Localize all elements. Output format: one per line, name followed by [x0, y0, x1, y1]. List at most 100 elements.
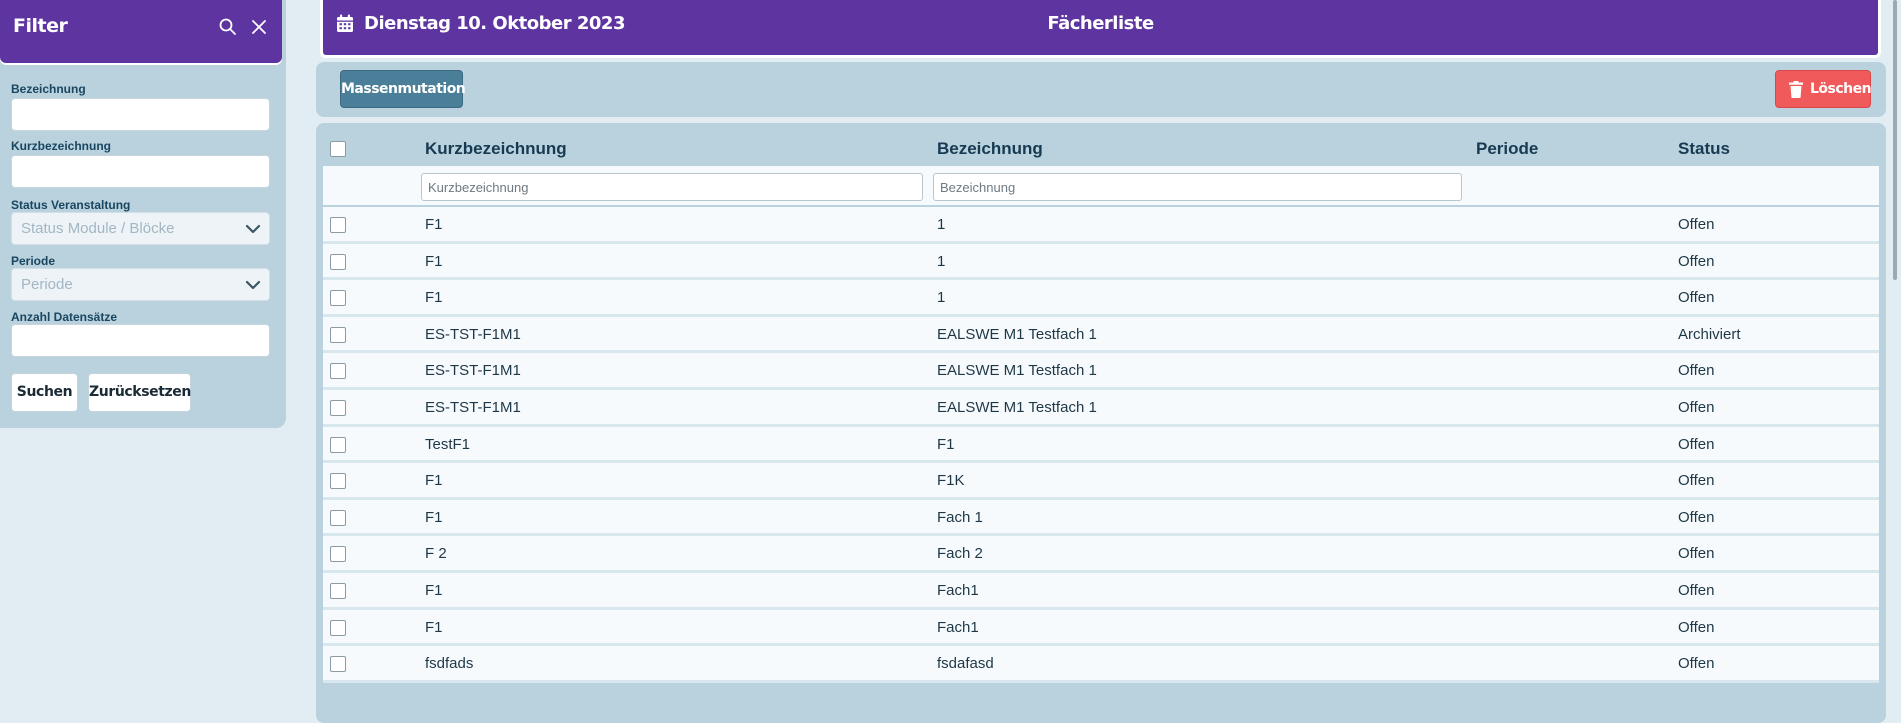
- cell-kurzbezeichnung: F1: [425, 581, 443, 599]
- cell-kurzbezeichnung: F1: [425, 508, 443, 526]
- table-row[interactable]: F1 Fach1 Offen: [323, 572, 1879, 610]
- table-row[interactable]: ES-TST-F1M1 EALSWE M1 Testfach 1 Archivi…: [323, 316, 1879, 354]
- search-icon[interactable]: [218, 17, 238, 37]
- subjects-table: Kurzbezeichnung Bezeichnung Periode Stat…: [316, 123, 1886, 723]
- close-icon[interactable]: [249, 17, 269, 37]
- cell-status: Offen: [1678, 398, 1715, 416]
- row-checkbox[interactable]: [330, 619, 346, 636]
- delete-button[interactable]: Löschen: [1775, 70, 1872, 108]
- row-checkbox[interactable]: [330, 546, 346, 563]
- cell-kurzbezeichnung: F1: [425, 216, 443, 233]
- table-body: F1 1 Offen F1 1 Offen F1 1 Offen ES-TST-…: [323, 207, 1879, 683]
- row-checkbox[interactable]: [330, 473, 346, 490]
- table-row[interactable]: TestF1 F1 Offen: [323, 426, 1879, 464]
- table-row[interactable]: F1 1 Offen: [323, 243, 1879, 281]
- anzahl-datensaetze-input[interactable]: [11, 324, 270, 357]
- cell-kurzbezeichnung: ES-TST-F1M1: [425, 325, 521, 343]
- cell-status: Archiviert: [1678, 325, 1741, 343]
- cell-status: Offen: [1678, 655, 1715, 673]
- cell-kurzbezeichnung: F1: [425, 472, 443, 490]
- periode-select[interactable]: Periode: [11, 268, 270, 301]
- select-all-checkbox[interactable]: [330, 141, 346, 157]
- cell-kurzbezeichnung: F1: [425, 618, 443, 636]
- row-checkbox[interactable]: [330, 582, 346, 599]
- cell-bezeichnung: 1: [937, 289, 946, 307]
- table-row[interactable]: F1 Fach1 Offen: [323, 609, 1879, 647]
- cell-status: Offen: [1678, 508, 1715, 526]
- kurzbezeichnung-label: Kurzbezeichnung: [11, 139, 112, 153]
- page-header: Dienstag 10. Oktober 2023 Fächerliste: [320, 0, 1881, 58]
- cell-status: Offen: [1678, 472, 1715, 490]
- table-row[interactable]: F 2 Fach 2 Offen: [323, 536, 1879, 573]
- cell-bezeichnung: fsdafasd: [937, 655, 994, 673]
- cell-bezeichnung: Fach 1: [937, 508, 983, 526]
- bezeichnung-filter-placeholder: Bezeichnung: [940, 180, 1016, 195]
- cell-status: Offen: [1678, 252, 1715, 270]
- bezeichnung-column-filter[interactable]: Bezeichnung: [933, 173, 1462, 201]
- cell-bezeichnung: F1K: [937, 472, 965, 490]
- cell-bezeichnung: 1: [937, 252, 946, 270]
- kurzbezeichnung-filter-placeholder: Kurzbezeichnung: [428, 180, 529, 195]
- cell-status: Offen: [1678, 581, 1715, 599]
- cell-status: Offen: [1678, 545, 1715, 563]
- row-checkbox[interactable]: [330, 656, 346, 673]
- delete-button-label: Löschen: [1810, 81, 1872, 97]
- table-row[interactable]: ES-TST-F1M1 EALSWE M1 Testfach 1 Offen: [323, 389, 1879, 427]
- filter-header: Filter: [0, 0, 282, 63]
- row-checkbox[interactable]: [330, 436, 346, 453]
- cell-bezeichnung: EALSWE M1 Testfach 1: [937, 325, 1097, 343]
- search-button[interactable]: Suchen: [11, 373, 78, 412]
- cell-bezeichnung: F1: [937, 435, 955, 453]
- mass-mutation-button[interactable]: Massenmutation: [340, 70, 466, 108]
- table-row[interactable]: F1 1 Offen: [323, 280, 1879, 317]
- table-row[interactable]: ES-TST-F1M1 EALSWE M1 Testfach 1 Offen: [323, 353, 1879, 390]
- row-checkbox[interactable]: [330, 253, 346, 270]
- cell-kurzbezeichnung: ES-TST-F1M1: [425, 362, 521, 380]
- row-checkbox[interactable]: [330, 326, 346, 343]
- table-row[interactable]: F1 1 Offen: [323, 207, 1879, 244]
- kurzbezeichnung-column-filter[interactable]: Kurzbezeichnung: [421, 173, 923, 201]
- row-checkbox[interactable]: [330, 290, 346, 307]
- cell-status: Offen: [1678, 216, 1715, 233]
- page-title: Fächerliste: [1047, 13, 1154, 34]
- column-filter-row: Kurzbezeichnung Bezeichnung: [323, 166, 1879, 205]
- cell-status: Offen: [1678, 435, 1715, 453]
- chevron-down-icon: [245, 280, 261, 290]
- cell-bezeichnung: Fach1: [937, 618, 979, 636]
- cell-bezeichnung: Fach 2: [937, 545, 983, 563]
- bezeichnung-input[interactable]: [11, 98, 270, 131]
- column-header-periode[interactable]: Periode: [1476, 139, 1538, 159]
- trash-icon: [1789, 81, 1803, 98]
- reset-button[interactable]: Zurücksetzen: [88, 373, 191, 412]
- cell-status: Offen: [1678, 618, 1715, 636]
- row-checkbox[interactable]: [330, 509, 346, 526]
- cell-bezeichnung: EALSWE M1 Testfach 1: [937, 362, 1097, 380]
- cell-kurzbezeichnung: F1: [425, 252, 443, 270]
- cell-kurzbezeichnung: ES-TST-F1M1: [425, 398, 521, 416]
- status-select-placeholder: Status Module / Blöcke: [21, 220, 175, 237]
- row-checkbox[interactable]: [330, 399, 346, 416]
- cell-bezeichnung: Fach1: [937, 581, 979, 599]
- anzahl-datensaetze-label: Anzahl Datensätze: [11, 310, 118, 324]
- row-checkbox[interactable]: [330, 363, 346, 380]
- table-row[interactable]: fsdfads fsdafasd Offen: [323, 646, 1879, 683]
- status-veranstaltung-select[interactable]: Status Module / Blöcke: [11, 212, 270, 245]
- cell-status: Offen: [1678, 362, 1715, 380]
- cell-kurzbezeichnung: F1: [425, 289, 443, 307]
- periode-select-placeholder: Periode: [21, 276, 73, 293]
- table-row[interactable]: F1 Fach 1 Offen: [323, 499, 1879, 537]
- toolbar: Massenmutation Löschen: [316, 62, 1886, 117]
- table-row[interactable]: F1 F1K Offen: [323, 463, 1879, 500]
- page-scrollbar[interactable]: [1893, 0, 1897, 280]
- filter-panel: Filter Bezeichnung Kurzbezeichnung Statu…: [0, 0, 286, 428]
- cell-status: Offen: [1678, 289, 1715, 307]
- cell-kurzbezeichnung: TestF1: [425, 435, 471, 453]
- column-header-status[interactable]: Status: [1678, 139, 1730, 159]
- cell-kurzbezeichnung: F 2: [425, 545, 447, 563]
- periode-label: Periode: [11, 254, 56, 268]
- filter-title: Filter: [13, 15, 68, 37]
- column-header-bezeichnung[interactable]: Bezeichnung: [937, 139, 1043, 159]
- column-header-kurzbezeichnung[interactable]: Kurzbezeichnung: [425, 139, 567, 159]
- kurzbezeichnung-input[interactable]: [11, 155, 270, 188]
- row-checkbox[interactable]: [330, 217, 346, 233]
